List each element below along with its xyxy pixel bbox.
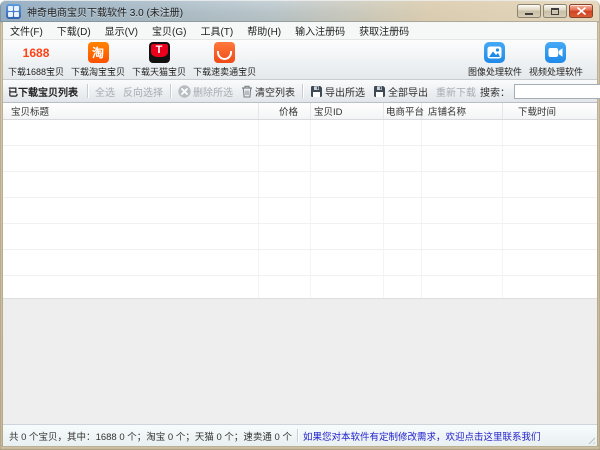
minimize-icon: [525, 13, 533, 15]
item-list: [3, 120, 597, 298]
menu-tools[interactable]: 工具(T): [193, 22, 240, 39]
menu-bar: 文件(F) 下载(D) 显示(V) 宝贝(G) 工具(T) 帮助(H) 输入注册…: [3, 22, 597, 40]
invert-selection-button[interactable]: 反向选择: [119, 84, 167, 99]
resize-grip[interactable]: [586, 435, 595, 444]
main-toolbar: 1688 下载1688宝贝 淘 下载淘宝宝贝 T 下载天猫宝贝 下载速卖通宝贝: [3, 40, 597, 80]
maximize-icon: [551, 8, 559, 15]
table-row: [3, 250, 597, 276]
list-title: 已下载宝贝列表: [8, 84, 78, 99]
status-bar: 共 0 个宝贝，其中：1688 0 个；淘宝 0 个；天猫 0 个；速卖通 0 …: [3, 424, 597, 446]
menu-download[interactable]: 下载(D): [50, 22, 98, 39]
taobao-logo-icon: 淘: [87, 42, 109, 64]
menu-enter-regcode[interactable]: 输入注册码: [288, 22, 352, 39]
table-row: [3, 120, 597, 146]
export-selected-button[interactable]: 导出所选: [306, 84, 369, 99]
video-software-icon: [545, 42, 567, 64]
menu-get-regcode[interactable]: 获取注册码: [352, 22, 416, 39]
client-area: 文件(F) 下载(D) 显示(V) 宝贝(G) 工具(T) 帮助(H) 输入注册…: [3, 22, 597, 446]
table-row: [3, 146, 597, 172]
search-label: 搜索：: [480, 84, 510, 99]
download-aliexpress-button[interactable]: 下载速卖通宝贝: [190, 40, 259, 80]
column-header-title[interactable]: 宝贝标题: [3, 103, 259, 119]
download-1688-button[interactable]: 1688 下载1688宝贝: [5, 40, 67, 80]
select-all-button[interactable]: 全选: [91, 84, 119, 99]
close-icon: [577, 7, 586, 15]
menu-help[interactable]: 帮助(H): [240, 22, 288, 39]
separator: [297, 429, 298, 442]
aliexpress-logo-icon: [214, 42, 236, 64]
download-taobao-button[interactable]: 淘 下载淘宝宝贝: [68, 40, 128, 80]
separator: [87, 84, 88, 98]
contact-us-link[interactable]: 如果您对本软件有定制修改需求，欢迎点击这里联系我们: [303, 429, 541, 443]
list-toolbar: 已下载宝贝列表 全选 反向选择 删除所选 清空列表: [3, 80, 597, 103]
menu-view[interactable]: 显示(V): [98, 22, 145, 39]
1688-logo-icon: 1688: [25, 42, 47, 64]
menu-item[interactable]: 宝贝(G): [145, 22, 193, 39]
table-row: [3, 276, 597, 298]
window-frame-bottom: [0, 446, 600, 450]
maximize-button[interactable]: [543, 4, 567, 18]
item-count-summary: 共 0 个宝贝，其中：1688 0 个；淘宝 0 个；天猫 0 个；速卖通 0 …: [9, 429, 292, 443]
menu-file[interactable]: 文件(F): [3, 22, 50, 39]
separator: [170, 84, 171, 98]
floppy-disk-icon: [310, 85, 323, 98]
column-header-shop-name[interactable]: 店铺名称: [422, 103, 503, 119]
app-icon: [6, 4, 21, 19]
delete-selected-button[interactable]: 删除所选: [174, 84, 237, 99]
tmall-logo-icon: T: [148, 42, 170, 64]
window-title: 神奇电商宝贝下载软件 3.0 (未注册): [27, 4, 183, 19]
delete-x-circle-icon: [178, 85, 191, 98]
table-row: [3, 224, 597, 250]
redownload-button[interactable]: 重新下载: [432, 84, 480, 99]
table-header: 宝贝标题 价格 宝贝ID 电商平台 店铺名称 下载时间: [3, 103, 597, 120]
download-tmall-button[interactable]: T 下载天猫宝贝: [129, 40, 189, 80]
column-header-download-time[interactable]: 下载时间: [503, 103, 597, 119]
minimize-button[interactable]: [517, 4, 541, 18]
image-software-icon: [484, 42, 506, 64]
table-row: [3, 172, 597, 198]
video-software-button[interactable]: 视频处理软件: [526, 40, 586, 80]
window-controls: [517, 4, 593, 18]
clear-list-button[interactable]: 清空列表: [237, 84, 299, 99]
title-bar[interactable]: 神奇电商宝贝下载软件 3.0 (未注册): [0, 0, 600, 22]
list-empty-area: [3, 298, 597, 424]
separator: [302, 84, 303, 98]
table-row: [3, 198, 597, 224]
search-input[interactable]: [514, 84, 600, 99]
trash-icon: [241, 85, 253, 98]
close-button[interactable]: [569, 4, 593, 18]
floppy-disk-icon: [373, 85, 386, 98]
export-all-button[interactable]: 全部导出: [369, 84, 432, 99]
toolbar-right-group: 图像处理软件 视频处理软件: [465, 40, 587, 80]
column-header-platform[interactable]: 电商平台: [384, 103, 422, 119]
image-software-button[interactable]: 图像处理软件: [465, 40, 525, 80]
column-header-price[interactable]: 价格: [259, 103, 311, 119]
search-group: 搜索：: [480, 84, 600, 99]
column-header-item-id[interactable]: 宝贝ID: [311, 103, 384, 119]
